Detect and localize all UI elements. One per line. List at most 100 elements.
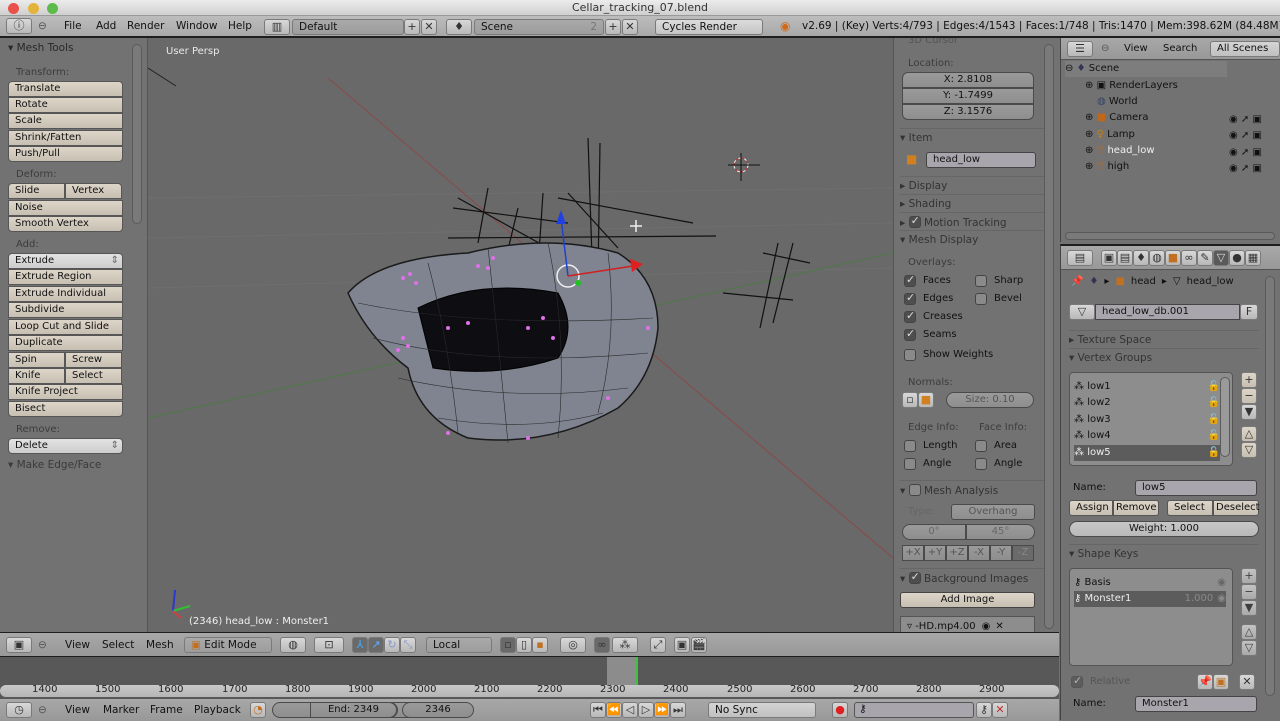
renderable-camera-icon[interactable]: ▣ [1253, 163, 1262, 174]
relative-checkbox[interactable] [1071, 674, 1083, 688]
bisect-button[interactable]: Bisect [8, 401, 123, 417]
cursor-z-field[interactable]: Z: 3.1576 [902, 104, 1034, 120]
npanel-scrollbar[interactable] [1044, 44, 1054, 629]
knife-project-button[interactable]: Knife Project [8, 384, 123, 400]
face-angle-checkbox[interactable] [975, 458, 987, 470]
shape-key-pin-button[interactable]: 📌 [1197, 674, 1213, 690]
editor-type-timeline-icon[interactable]: ◷ [6, 702, 32, 718]
collapse-menu-icon[interactable]: ⊖ [38, 639, 47, 651]
mesh-analysis-checkbox[interactable] [908, 484, 921, 496]
knife-select-button[interactable]: Select [65, 368, 122, 384]
shape-key-specials-button[interactable]: ▼ [1241, 600, 1257, 616]
assign-button[interactable]: Assign [1069, 500, 1113, 516]
shape-keys-panel-header[interactable]: ▾ Shape Keys [1069, 544, 1259, 560]
edge-angle-checkbox[interactable] [904, 458, 916, 470]
current-frame-field[interactable]: 2346 [402, 702, 474, 718]
expand-icon[interactable]: ⊕ [1085, 112, 1097, 123]
scene-tab-icon[interactable]: ♦ [1133, 250, 1149, 266]
screen-layout-field[interactable]: Default [292, 19, 404, 35]
menu-view[interactable]: View [65, 704, 90, 716]
extrude-individual-button[interactable]: Extrude Individual [8, 286, 123, 302]
scale-manipulator-icon[interactable]: ⤡ [400, 637, 416, 653]
outliner-item-world[interactable]: ◍ World [1097, 94, 1280, 110]
visibility-eye-icon[interactable]: ◉ [1229, 163, 1238, 174]
analysis-type-dropdown[interactable]: Overhang [951, 504, 1035, 520]
show-weights-checkbox[interactable] [904, 349, 916, 361]
renderable-camera-icon[interactable]: ▣ [1253, 114, 1262, 125]
sharp-checkbox[interactable] [975, 275, 987, 287]
shrink-fatten-button[interactable]: Shrink/Fatten [8, 130, 123, 146]
viewport-shading-icon[interactable]: ◍ [280, 637, 306, 653]
render-engine-dropdown[interactable]: Cycles Render [655, 19, 763, 35]
menu-search[interactable]: Search [1163, 43, 1197, 54]
menu-select[interactable]: Select [102, 639, 134, 651]
delete-dropdown[interactable]: Delete ⇕ [8, 438, 123, 454]
vertex-group-specials-button[interactable]: ▼ [1241, 404, 1257, 420]
object-tab-icon[interactable]: ■ [1165, 250, 1181, 266]
transform-orientation-dropdown[interactable]: Local [426, 637, 492, 653]
lock-icon[interactable]: 🔓 [1208, 412, 1220, 428]
loop-cut-slide-button[interactable]: Loop Cut and Slide [8, 319, 123, 335]
cursor-y-field[interactable]: Y: -1.7499 [902, 88, 1034, 104]
remove-shape-key-button[interactable]: − [1241, 584, 1257, 600]
smooth-vertex-button[interactable]: Smooth Vertex [8, 216, 123, 232]
group-name-field[interactable]: low5 [1135, 480, 1257, 496]
translate-button[interactable]: Translate [8, 81, 123, 97]
move-down-button[interactable]: ▽ [1241, 442, 1257, 458]
renderable-camera-icon[interactable]: ▣ [1253, 130, 1262, 141]
screw-button[interactable]: Screw [65, 352, 122, 368]
properties-scrollbar[interactable] [1265, 276, 1275, 696]
fake-user-button[interactable]: F [1240, 304, 1258, 320]
collapse-menu-icon[interactable]: ⊖ [38, 20, 47, 32]
duplicate-button[interactable]: Duplicate [8, 335, 123, 351]
render-opengl-still-icon[interactable]: ▣ [674, 637, 690, 653]
background-images-panel-header[interactable]: ▾ Background Images [900, 568, 1050, 585]
noise-button[interactable]: Noise [8, 200, 123, 216]
keying-set-field[interactable]: ⚷ [854, 702, 974, 718]
shape-key-move-down-button[interactable]: ▽ [1241, 640, 1257, 656]
vertex-group-item[interactable]: ⁂ low2 🔓 [1074, 395, 1220, 411]
mesh-datablock-field[interactable]: head_low_db.001 [1095, 304, 1240, 320]
mode-dropdown[interactable]: ▣ Edit Mode [184, 637, 272, 653]
add-image-button[interactable]: Add Image [900, 592, 1035, 608]
display-mode-dropdown[interactable]: All Scenes [1210, 41, 1280, 57]
face-area-checkbox[interactable] [975, 440, 987, 452]
extrude-dropdown[interactable]: Extrude ⇕ [8, 253, 123, 269]
selectable-cursor-icon[interactable]: ➚ [1241, 114, 1249, 125]
display-panel-header[interactable]: ▸ Display [900, 176, 1050, 192]
texture-space-panel-header[interactable]: ▸ Texture Space [1069, 330, 1259, 346]
scene-field[interactable]: Scene 2 [474, 19, 604, 35]
visibility-eye-icon[interactable]: ◉ [1229, 114, 1238, 125]
menu-window[interactable]: Window [168, 20, 225, 32]
weight-slider[interactable]: Weight: 1.000 [1069, 521, 1259, 537]
vertex-group-item-active[interactable]: ⁂ low5 🔓 [1074, 445, 1220, 461]
properties-editor-icon[interactable]: ▤ [1067, 250, 1093, 266]
outliner-scrollbar[interactable] [1065, 232, 1275, 240]
seams-checkbox[interactable] [904, 327, 916, 341]
menu-frame[interactable]: Frame [150, 704, 183, 716]
frame-ruler[interactable]: 1400 1500 1600 1700 1800 1900 2000 2100 … [0, 684, 1059, 697]
3d-viewport[interactable]: User Persp (2346) head_low: Monster1 [148, 38, 893, 632]
editor-type-3dview-icon[interactable]: ▣ [6, 637, 32, 653]
menu-file[interactable]: File [56, 20, 90, 32]
play-icon[interactable]: ▷ [638, 702, 654, 718]
expand-icon[interactable]: ⊕ [1085, 161, 1097, 172]
visibility-eye-icon[interactable]: ◉ [1229, 130, 1238, 141]
add-vertex-group-button[interactable]: + [1241, 372, 1257, 388]
outliner-item-scene[interactable]: ⊖ ♦ Scene [1065, 61, 1227, 77]
jump-to-next-keyframe-icon[interactable]: ⏩ [654, 702, 670, 718]
slide-edge-button[interactable]: Slide Edge [8, 183, 65, 210]
edit-mode-shape-button[interactable]: ▣ [1213, 674, 1229, 690]
creases-checkbox[interactable] [904, 309, 916, 323]
lock-icon[interactable]: 🔓 [1208, 428, 1220, 444]
key-name-field[interactable]: Monster1 [1135, 696, 1257, 712]
delete-scene-button[interactable]: ✕ [622, 19, 638, 35]
mesh-data-tab-icon[interactable]: ▽ [1213, 250, 1229, 266]
snap-toggle-icon[interactable]: ∞ [594, 637, 610, 653]
render-opengl-animation-icon[interactable]: 🎬 [691, 637, 707, 653]
jump-to-start-icon[interactable]: ⏮ [590, 702, 606, 718]
scale-button[interactable]: Scale [8, 113, 123, 129]
add-shape-key-button[interactable]: + [1241, 568, 1257, 584]
motion-tracking-panel-header[interactable]: ▸ Motion Tracking [900, 212, 1050, 229]
axis-neg-x-button[interactable]: -X [968, 545, 990, 561]
